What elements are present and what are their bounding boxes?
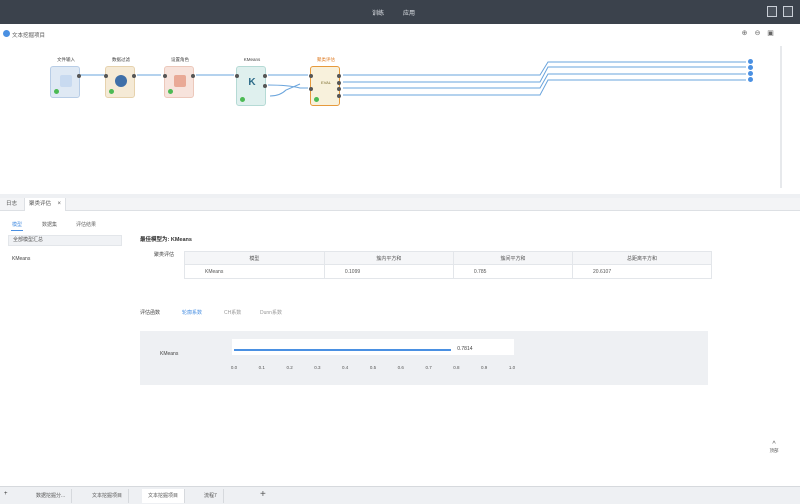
column-header: 模型 [184, 251, 325, 265]
output-port[interactable] [337, 81, 341, 85]
x-tick-label: 0.6 [397, 365, 404, 370]
metrics-table: 模型 簇内平方和 簇间平方和 总距离平方和 KMeans 0.1099 0.78… [184, 251, 712, 279]
table-cell: 20.6107 [572, 264, 712, 279]
input-port[interactable] [309, 87, 313, 91]
zoom-out-icon[interactable]: ⊖ [754, 30, 761, 37]
fit-view-icon[interactable]: ▣ [767, 30, 774, 37]
subtab-eval-result[interactable]: 评估结果 [76, 221, 96, 228]
back-to-top-button[interactable]: ^ 顶部 [767, 441, 781, 463]
input-port[interactable] [235, 74, 239, 78]
bar [234, 349, 452, 351]
x-tick-label: 0.7 [425, 365, 432, 370]
table-cell: 0.1099 [323, 264, 454, 279]
eval-function-tabs: 评估函数 轮廓系数 CH系数 Dunn系数 [140, 309, 440, 319]
status-ok-icon [109, 89, 114, 94]
file-icon [60, 75, 72, 87]
zoom-in-icon[interactable]: ⊕ [741, 30, 748, 37]
node-cluster-eval[interactable]: 聚类评估 EVAL [309, 57, 341, 106]
input-port[interactable] [163, 74, 167, 78]
output-port[interactable] [337, 74, 341, 78]
workflow-tab-active[interactable]: 文本挖掘项目 [142, 489, 186, 503]
x-tick-label: 0.0 [230, 365, 238, 370]
add-tab-icon[interactable]: + [260, 489, 266, 500]
x-tick-label: 1.0 [508, 365, 516, 370]
x-tick-label: 0.2 [286, 365, 293, 370]
all-models-summary[interactable]: 全部模型汇总 [8, 235, 122, 246]
input-port[interactable] [104, 74, 108, 78]
output-port[interactable] [132, 74, 136, 78]
canvas-header: 文本挖掘项目 ⊕ ⊖ ▣ [0, 24, 800, 44]
canvas-scrollbar[interactable] [780, 46, 782, 188]
end-port-icon[interactable] [748, 77, 753, 82]
bar-value-label: 0.7814 [457, 346, 473, 352]
output-port[interactable] [263, 74, 267, 78]
best-model-text: 最佳模型为: KMeans [140, 237, 192, 243]
window-button-icon[interactable] [767, 6, 777, 17]
top-bar: 训练 应用 [0, 0, 800, 24]
input-port[interactable] [309, 74, 313, 78]
end-port-icon[interactable] [748, 71, 753, 76]
end-port-icon[interactable] [748, 59, 753, 64]
status-ok-icon [240, 97, 245, 102]
output-port[interactable] [263, 84, 267, 88]
model-list-item[interactable]: KMeans [12, 256, 30, 262]
category-label: KMeans [160, 351, 179, 357]
tab-ch[interactable]: CH系数 [224, 309, 241, 316]
eval-icon: EVAL [321, 80, 331, 85]
x-tick-label: 0.3 [314, 365, 321, 370]
node-data-filter[interactable]: 数据过滤 [104, 57, 136, 98]
panel-tabs: 日志 聚类评估 × [0, 198, 800, 211]
output-port[interactable] [77, 74, 81, 78]
node-kmeans[interactable]: KMeans K [235, 57, 267, 106]
x-tick-label: 0.5 [369, 365, 377, 370]
table-row: KMeans 0.1099 0.785 20.6107 [184, 264, 712, 279]
chevron-up-icon: ^ [772, 441, 776, 448]
subtab-dataset[interactable]: 数据集 [42, 221, 57, 228]
status-ok-icon [54, 89, 59, 94]
table-cell: KMeans [184, 264, 325, 279]
column-header: 簇内平方和 [323, 251, 454, 265]
close-icon[interactable]: × [58, 198, 62, 211]
eval-function-label: 评估函数 [140, 310, 161, 316]
column-header: 总距离平方和 [572, 251, 712, 265]
x-tick-label: 0.8 [453, 365, 460, 370]
output-port[interactable] [337, 87, 341, 91]
node-file-input[interactable]: 文件输入 [50, 57, 81, 98]
status-ok-icon [168, 89, 173, 94]
output-port[interactable] [191, 74, 195, 78]
project-icon [3, 30, 10, 37]
active-tab-indicator [11, 230, 23, 231]
tab-dunn[interactable]: Dunn系数 [260, 309, 282, 316]
silhouette-chart: KMeans 0.7814 0.0 0.1 0.2 0.3 0.4 0.5 0.6 0.7 0.8 0… [140, 331, 708, 385]
top-tab-train[interactable]: 训练 [372, 8, 384, 17]
left-panel: 模型 数据集 评估结果 全部模型汇总 KMeans [0, 211, 130, 471]
x-tick-label: 0.1 [258, 365, 265, 370]
table-cell: 0.785 [452, 264, 574, 279]
node-set-role[interactable]: 设置角色 [163, 57, 195, 98]
kmeans-icon: K [248, 77, 256, 88]
eval-content: 最佳模型为: KMeans 聚类评估 模型 簇内平方和 簇间平方和 总距离平方和… [140, 211, 740, 471]
workflow-tabs: + 数据挖掘分... 文本挖掘项目 文本挖掘项目 流程7 + [0, 486, 800, 504]
subtab-model[interactable]: 模型 [12, 221, 22, 228]
x-tick-label: 0.9 [481, 365, 488, 370]
output-port[interactable] [337, 94, 341, 98]
workflow-tab[interactable]: 数据挖掘分... [30, 489, 73, 503]
tab-silhouette[interactable]: 轮廓系数 [182, 309, 202, 316]
project-title: 文本挖掘项目 [12, 33, 46, 39]
settings-icon [174, 75, 186, 87]
top-tab-apply[interactable]: 应用 [403, 8, 415, 17]
status-ok-icon [314, 97, 319, 102]
column-header: 簇间平方和 [452, 251, 574, 265]
x-tick-label: 0.4 [342, 365, 349, 370]
table-title: 聚类评估 [154, 252, 175, 258]
add-tab-left-icon[interactable]: + [4, 491, 8, 497]
workflow-tab[interactable]: 流程7 [198, 489, 224, 503]
database-icon [115, 75, 127, 87]
tab-cluster-eval[interactable]: 聚类评估 × [24, 198, 67, 211]
workflow-canvas[interactable]: 文件输入 数据过滤 设置角色 KMeans K 聚类评估 EVAL [0, 44, 766, 194]
tab-log[interactable]: 日志 [2, 198, 21, 211]
end-port-icon[interactable] [748, 65, 753, 70]
workflow-tab[interactable]: 文本挖掘项目 [86, 489, 130, 503]
window-close-icon[interactable] [783, 6, 793, 17]
